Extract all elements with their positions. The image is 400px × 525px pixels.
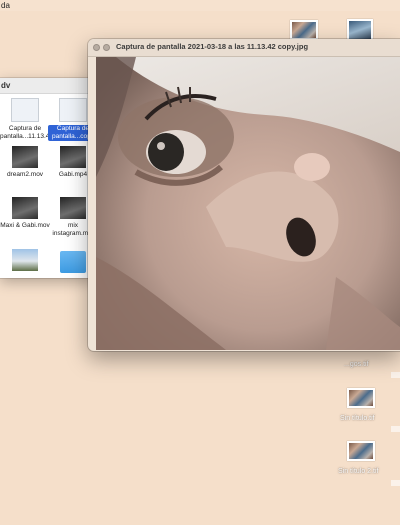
file-label: Maxi & Gabi.mov (0, 222, 50, 229)
preview-titlebar[interactable]: Captura de pantalla 2021-03-18 a las 11.… (88, 39, 400, 57)
close-icon[interactable] (93, 44, 100, 51)
photo-drawing (96, 57, 400, 350)
finder-file-grid: Captura de pantalla...11.13.42 Captura d… (0, 94, 96, 278)
video-thumbnail (60, 197, 86, 219)
preview-title: Captura de pantalla 2021-03-18 a las 11.… (116, 42, 309, 51)
finder-window[interactable]: dv Captura de pantalla...11.13.42 Captur… (0, 78, 96, 278)
screenshot-thumbnail (11, 98, 39, 122)
desktop-icon-label: ...gos.tif (344, 361, 369, 368)
screenshot-thumbnail (59, 98, 87, 122)
menu-app-name[interactable]: da (1, 1, 10, 10)
menu-bar: da (0, 0, 400, 11)
desktop-icon-label: Sin título 2.tif (338, 468, 379, 475)
video-thumbnail (12, 197, 38, 219)
video-thumbnail (60, 146, 86, 168)
photo-collage-icon (347, 388, 375, 408)
desktop-icon-label: Sin título.tif (340, 415, 375, 422)
preview-window[interactable]: Captura de pantalla 2021-03-18 a las 11.… (88, 39, 400, 351)
file-item[interactable]: Maxi & Gabi.mov (0, 197, 50, 230)
folder-icon (60, 251, 86, 273)
desktop-icon-partial[interactable] (391, 372, 400, 378)
desktop-icon-partial[interactable] (391, 480, 400, 486)
face-closeup-photo (96, 57, 400, 350)
file-item[interactable]: dream2.mov (0, 146, 50, 179)
photo-icon (347, 19, 373, 41)
video-thumbnail (12, 146, 38, 168)
file-item[interactable]: Captura de pantalla...11.13.42 (0, 98, 54, 141)
file-item[interactable] (0, 249, 50, 271)
file-label: Captura de pantalla...11.13.42 (0, 125, 54, 140)
file-label: dream2.mov (6, 171, 44, 178)
fullscreen-icon[interactable] (103, 44, 110, 51)
photo-collage-icon (347, 441, 375, 461)
video-thumbnail (12, 249, 38, 271)
finder-title: dv (0, 78, 96, 94)
desktop-icon-partial[interactable] (391, 426, 400, 432)
photo-collage-icon (290, 20, 318, 40)
